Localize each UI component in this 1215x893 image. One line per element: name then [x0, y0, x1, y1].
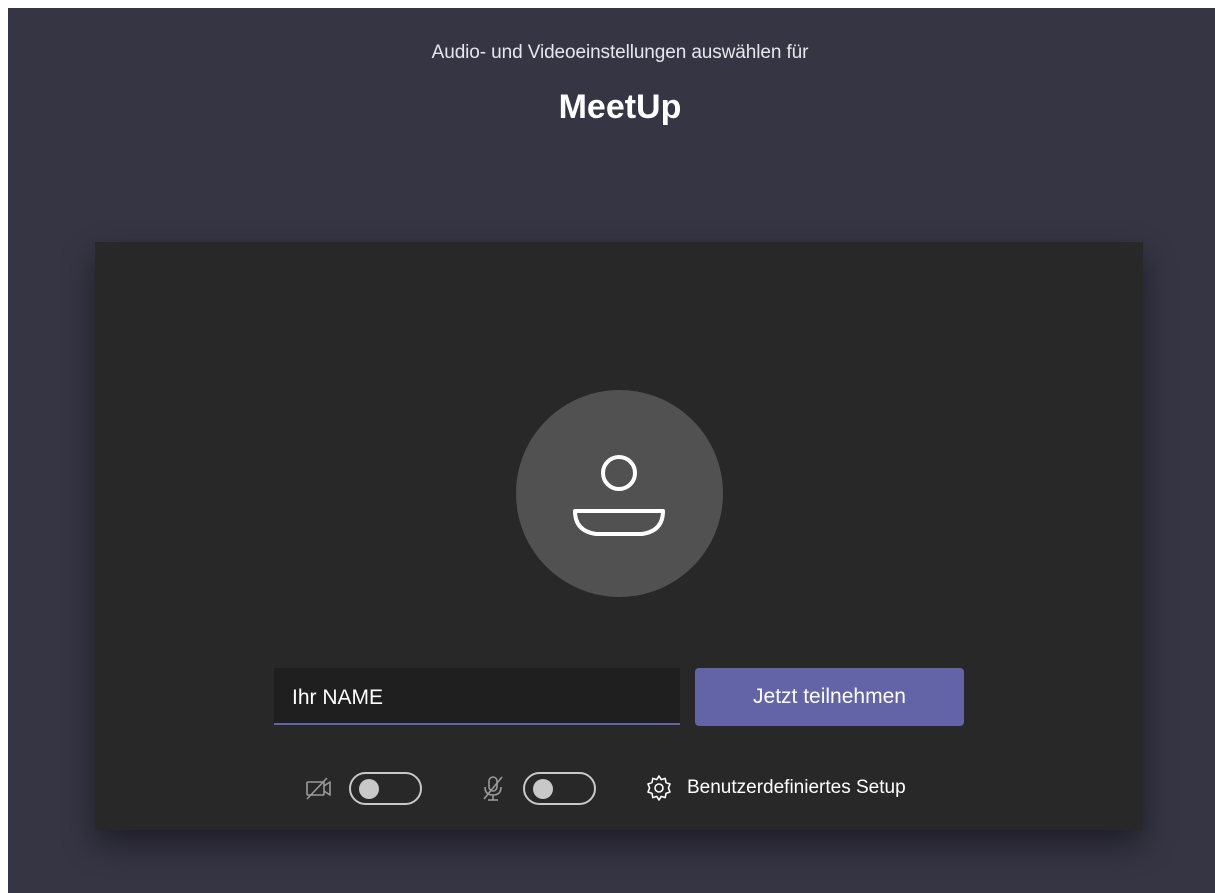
preview-panel: Jetzt teilnehmen [95, 242, 1143, 830]
microphone-toggle-knob [533, 779, 553, 799]
microphone-toggle[interactable] [523, 772, 596, 805]
name-input[interactable] [274, 668, 680, 723]
custom-setup-button[interactable]: Benutzerdefiniertes Setup [643, 772, 906, 804]
person-icon [573, 455, 665, 536]
camera-toggle[interactable] [349, 772, 422, 805]
gear-icon [647, 775, 671, 801]
custom-setup-label: Benutzerdefiniertes Setup [687, 777, 906, 798]
mic-off-icon [483, 776, 503, 801]
page-subtitle: Audio- und Videoeinstellungen auswählen … [431, 42, 809, 63]
avatar [516, 390, 723, 597]
device-controls: Benutzerdefiniertes Setup [95, 768, 1143, 808]
name-field[interactable] [274, 668, 680, 725]
camera-toggle-knob [359, 779, 379, 799]
meeting-title: MeetUp [558, 88, 682, 126]
camera-off-icon [306, 777, 331, 800]
join-now-button[interactable]: Jetzt teilnehmen [695, 668, 964, 726]
pre-join-screen: Audio- und Videoeinstellungen auswählen … [8, 8, 1215, 893]
